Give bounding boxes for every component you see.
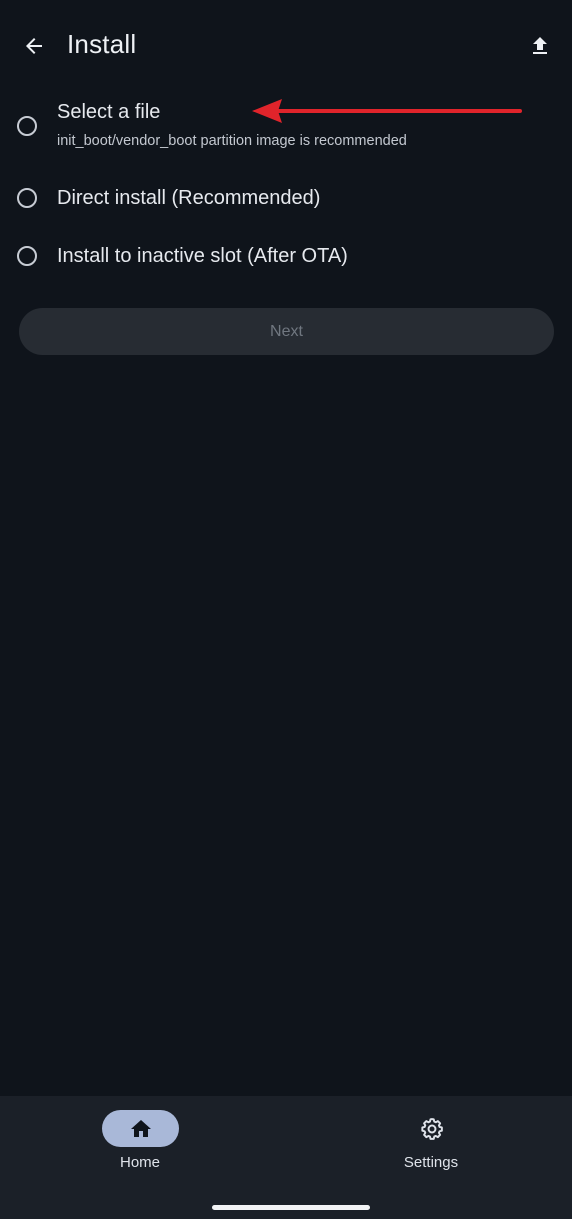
nav-label-home: Home [119,1154,160,1171]
radio-inactive-slot[interactable] [17,246,37,266]
page-title: Install [67,29,137,59]
red-arrow-annotation [252,99,522,123]
upload-icon [533,37,547,54]
nav-item-settings[interactable]: Settings [371,1110,491,1180]
nav-icon-wrapper [393,1110,470,1147]
upload-button[interactable] [522,28,558,64]
gesture-navigation-bar[interactable] [212,1205,370,1210]
option-label-direct-install: Direct install (Recommended) [57,187,321,209]
top-app-bar: Install [0,0,572,88]
radio-direct-install[interactable] [17,188,37,208]
option-sublabel-select-file: init_boot/vendor_boot partition image is… [57,133,407,149]
option-label-inactive-slot: Install to inactive slot (After OTA) [57,245,348,267]
nav-label-settings: Settings [403,1154,459,1171]
nav-item-home[interactable]: Home [80,1110,200,1180]
option-inactive-slot[interactable]: Install to inactive slot (After OTA) [0,236,572,276]
radio-select-file[interactable] [17,116,37,136]
nav-active-indicator [102,1110,179,1147]
back-button[interactable] [16,28,52,64]
home-icon [130,1119,151,1137]
next-button[interactable]: Next [19,308,554,355]
gear-icon [420,1117,443,1140]
option-direct-install[interactable]: Direct install (Recommended) [0,178,572,218]
bottom-navigation: Home Settings [0,1096,572,1219]
back-arrow-icon [26,38,42,54]
option-label-select-file: Select a file [57,101,161,123]
